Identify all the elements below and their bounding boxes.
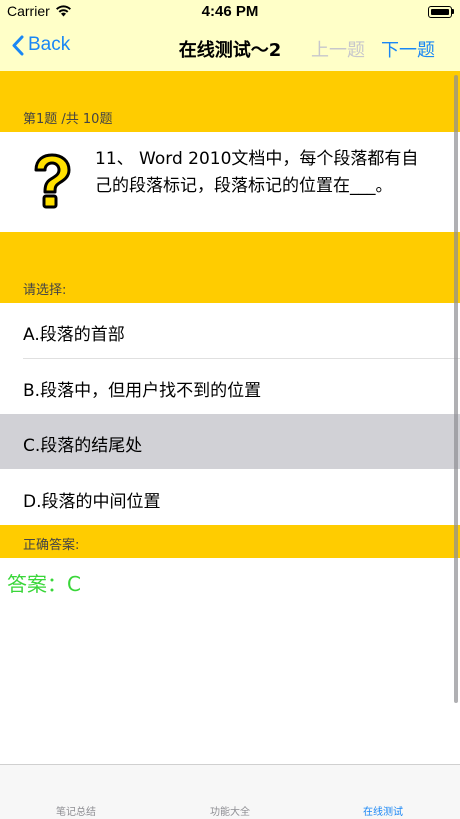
- correct-answer-header: 正确答案:: [0, 525, 460, 558]
- choose-label: 请选择:: [23, 283, 67, 298]
- tab-features[interactable]: 功能大全: [170, 803, 290, 818]
- option-label: A.段落的首部: [23, 325, 125, 345]
- answer-text: 答案：C: [7, 572, 81, 596]
- progress-label: 第1题 /共 10题: [23, 112, 113, 127]
- choose-header: 请选择:: [0, 232, 460, 303]
- next-question-button[interactable]: 下一题: [381, 36, 435, 62]
- tab-notes[interactable]: 笔记总结: [16, 803, 136, 818]
- progress-header: 第1题 /共 10题: [0, 71, 460, 132]
- scrollbar[interactable]: [454, 75, 458, 703]
- navigation-bar: Back 在线测试～2 上一题 下一题: [0, 24, 460, 71]
- status-time: 4:46 PM: [201, 3, 259, 20]
- battery-tip: [452, 9, 454, 14]
- option-b[interactable]: B.段落中，但用户找不到的位置: [0, 359, 460, 414]
- correct-answer-label: 正确答案:: [23, 538, 80, 553]
- option-label: C.段落的结尾处: [23, 436, 143, 456]
- question-mark-icon: [34, 153, 71, 209]
- tab-bar: 笔记总结 功能大全 在线测试: [0, 764, 460, 819]
- option-label: D.段落的中间位置: [23, 492, 161, 512]
- option-label: B.段落中，但用户找不到的位置: [23, 381, 262, 401]
- battery-icon: [428, 6, 452, 18]
- option-c[interactable]: C.段落的结尾处: [0, 414, 460, 469]
- tab-online-test[interactable]: 在线测试: [323, 803, 443, 818]
- status-bar: Carrier 4:46 PM: [0, 0, 460, 24]
- top-bar: Carrier 4:46 PM Back 在线测试～2 上一题 下一题: [0, 0, 460, 71]
- option-d[interactable]: D.段落的中间位置: [0, 470, 460, 525]
- previous-question-button[interactable]: 上一题: [311, 36, 365, 62]
- option-a[interactable]: A.段落的首部: [0, 303, 460, 358]
- question-text: 11、 Word 2010文档中，每个段落都有自己的段落标记，段落标记的位置在_…: [95, 149, 419, 196]
